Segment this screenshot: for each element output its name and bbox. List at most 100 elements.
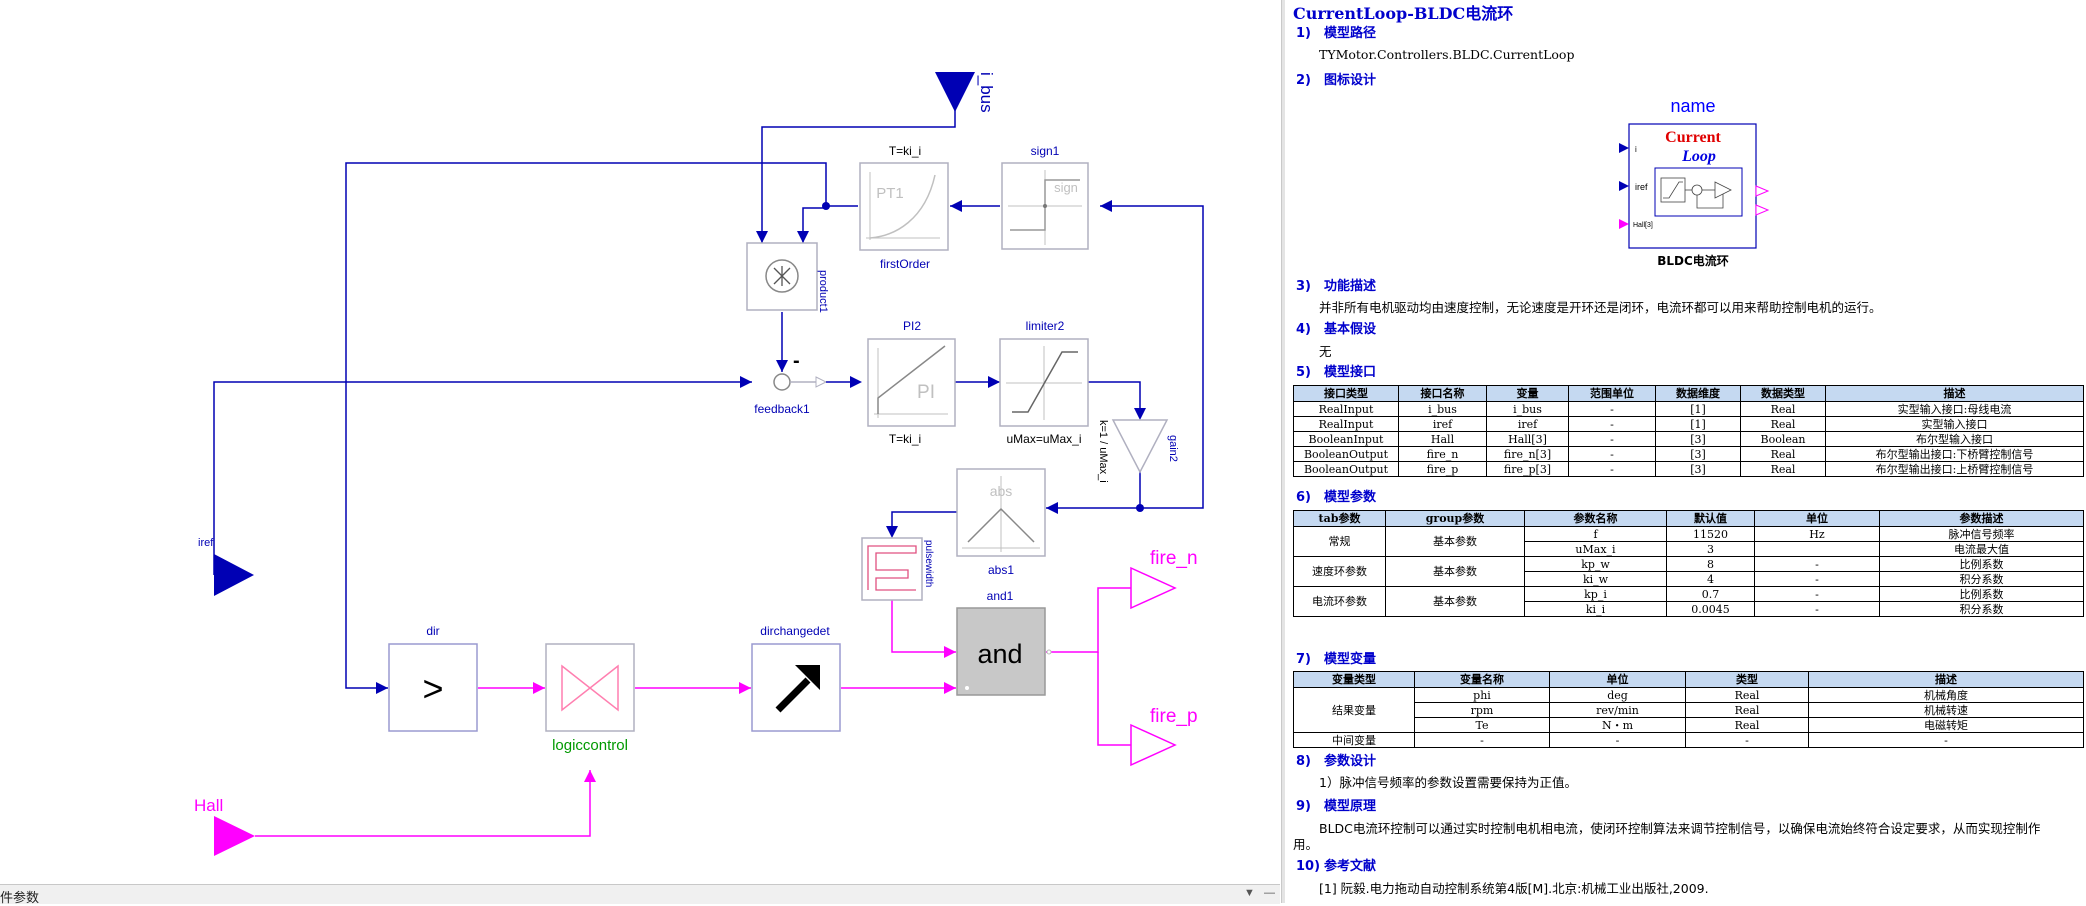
section-1-heading: 1) 模型路径 bbox=[1296, 26, 1377, 41]
diagram-canvas[interactable]: i_bus iref Hall fire_n fire_p T=ki_i PT1… bbox=[0, 0, 1280, 883]
pulsewidth-block[interactable]: pulsewidth bbox=[861, 537, 934, 601]
diagram-svg: i_bus iref Hall fire_n fire_p T=ki_i PT1… bbox=[194, 72, 1204, 856]
and-text: and bbox=[977, 639, 1022, 669]
table-header: 参数描述 bbox=[1879, 510, 2084, 527]
pulsewidth-name: pulsewidth bbox=[923, 540, 934, 587]
feedback1-block[interactable]: - feedback1 bbox=[754, 350, 860, 416]
abs1-block[interactable]: abs abs1 bbox=[956, 468, 1046, 577]
principle-text: BLDC电流环控制可以通过实时控制电机相电流，使闭环控制算法来调节控制信号，以确… bbox=[1319, 821, 2041, 836]
model-path: TYMotor.Controllers.BLDC.CurrentLoop bbox=[1319, 47, 1575, 62]
table-row: 常规 基本参数 f 11520 Hz 脉冲信号频率 bbox=[1293, 526, 2084, 557]
table-header: group参数 bbox=[1385, 510, 1525, 527]
variables-table: 变量类型 变量名称 单位 类型 描述 结果变量 phi deg Real 机械角度 rp… bbox=[1293, 671, 2084, 748]
table-header: 变量名称 bbox=[1414, 671, 1550, 688]
pi2-name: PI2 bbox=[903, 319, 921, 333]
dropdown-arrow-icon[interactable]: ▼ bbox=[1244, 887, 1255, 899]
icon-word-loop: Loop bbox=[1681, 148, 1716, 165]
table-row: 结果变量 phi deg Real 机械角度 bbox=[1293, 687, 2084, 733]
table-header: 接口名称 bbox=[1398, 385, 1487, 402]
i-bus-label: i_bus bbox=[977, 72, 996, 113]
table-row: 速度环参数 基本参数 kp_w 8- 比例系数 bbox=[1293, 556, 2084, 587]
sign-text: sign bbox=[1054, 180, 1078, 195]
section-8-heading: 8) 参数设计 bbox=[1296, 754, 1377, 769]
principle-text-cont: 用。 bbox=[1293, 837, 1319, 852]
table-header: 变量类型 bbox=[1293, 671, 1415, 688]
interface-table: 接口类型 接口名称 变量 范围单位 数据维度 数据类型 描述 RealInput… bbox=[1293, 385, 2084, 477]
feedback-minus: - bbox=[793, 350, 800, 372]
dir-block[interactable]: dir > bbox=[388, 624, 478, 732]
table-header: 参数名称 bbox=[1524, 510, 1667, 527]
table-header: 数据类型 bbox=[1740, 385, 1826, 402]
dirchangedet-block[interactable]: dirchangedet bbox=[751, 624, 841, 732]
firstorder-name: firstOrder bbox=[880, 257, 930, 271]
table-header: 变量 bbox=[1486, 385, 1569, 402]
collapse-icon[interactable]: — bbox=[1264, 887, 1275, 899]
logiccontrol-block[interactable]: logiccontrol bbox=[545, 643, 635, 754]
product1-block[interactable]: product1 bbox=[746, 242, 829, 313]
section-5-heading: 5) 模型接口 bbox=[1296, 365, 1377, 380]
table-row: BooleanOutput fire_p fire_p[3] - [3] Real 布尔型输… bbox=[1293, 461, 2084, 477]
bottom-bar-label: 件参数 bbox=[0, 891, 40, 906]
table-row: 中间变量 - - - - bbox=[1293, 732, 2084, 748]
icon-port-i: i bbox=[1635, 145, 1637, 154]
table-header: 数据维度 bbox=[1655, 385, 1741, 402]
pi2-block[interactable]: PI2 PI T=ki_i bbox=[867, 319, 956, 446]
logiccontrol-name: logiccontrol bbox=[552, 737, 628, 754]
table-row: 电流环参数 基本参数 kp_i 0.7- 比例系数 bbox=[1293, 586, 2084, 617]
table-header: 单位 bbox=[1549, 671, 1686, 688]
firstorder-param: T=ki_i bbox=[889, 144, 921, 158]
fire-n-output[interactable]: fire_n bbox=[1130, 548, 1198, 610]
assumptions-text: 无 bbox=[1319, 344, 1332, 359]
icon-name-label: name bbox=[1670, 96, 1715, 116]
table-header: 描述 bbox=[1808, 671, 2084, 688]
section-9-heading: 9) 模型原理 bbox=[1296, 799, 1377, 814]
firstorder-block[interactable]: T=ki_i PT1 firstOrder bbox=[859, 144, 949, 271]
table-header: 类型 bbox=[1685, 671, 1809, 688]
icon-preview: name Current Loop i iref Hall[3] BLDC电流环 bbox=[1619, 96, 1770, 268]
fire-n-label: fire_n bbox=[1150, 548, 1198, 569]
table-header: 范围单位 bbox=[1568, 385, 1656, 402]
table-row: RealInput iref iref - [1] Real 实型输入接口 bbox=[1293, 416, 2084, 432]
sign1-name: sign1 bbox=[1031, 144, 1060, 158]
reference-text: [1] 阮毅.电力拖动自动控制系统第4版[M].北京:机械工业出版社,2009. bbox=[1319, 881, 1709, 896]
table-row: BooleanInput Hall Hall[3] - [3] Boolean 布尔型输入接… bbox=[1293, 431, 2084, 447]
table-header: 默认值 bbox=[1666, 510, 1755, 527]
section-4-heading: 4) 基本假设 bbox=[1296, 322, 1377, 337]
feedback1-name: feedback1 bbox=[754, 402, 810, 416]
limiter2-param: uMax=uMax_i bbox=[1006, 432, 1081, 446]
iref-input[interactable]: iref bbox=[198, 537, 254, 596]
table-header: 描述 bbox=[1825, 385, 2084, 402]
limiter2-name: limiter2 bbox=[1026, 319, 1065, 333]
fire-p-output[interactable]: fire_p bbox=[1130, 706, 1198, 767]
icon-port-hall: Hall[3] bbox=[1633, 222, 1653, 229]
pi-text: PI bbox=[917, 382, 935, 403]
hall-input[interactable]: Hall bbox=[194, 796, 255, 856]
product1-name: product1 bbox=[817, 270, 829, 313]
pi2-param: T=ki_i bbox=[889, 432, 921, 446]
table-header: 接口类型 bbox=[1293, 385, 1399, 402]
section-6-heading: 6) 模型参数 bbox=[1296, 490, 1377, 505]
limiter2-block[interactable]: limiter2 uMax=uMax_i bbox=[999, 319, 1089, 446]
i-bus-input[interactable]: i_bus bbox=[935, 72, 996, 113]
section-2-heading: 2) 图标设计 bbox=[1296, 73, 1377, 88]
and1-name: and1 bbox=[987, 589, 1014, 603]
table-header: tab参数 bbox=[1293, 510, 1386, 527]
table-row: RealInput i_bus i_bus - [1] Real 实型输入接口:母线电流 bbox=[1293, 401, 2084, 417]
hall-label: Hall bbox=[194, 796, 223, 815]
gain2-param: k=1 / uMax_i bbox=[1097, 420, 1109, 483]
icon-port-iref: iref bbox=[1635, 182, 1648, 192]
and1-block[interactable]: and1 and bbox=[956, 589, 1052, 696]
table-header: 单位 bbox=[1754, 510, 1880, 527]
sign1-block[interactable]: sign1 sign bbox=[1001, 144, 1089, 250]
parameters-table: tab参数 group参数 参数名称 默认值 单位 参数描述 常规 基本参数 f 11… bbox=[1293, 510, 2084, 617]
doc-title: CurrentLoop-BLDC电流环 bbox=[1293, 4, 1514, 23]
section-7-heading: 7) 模型变量 bbox=[1296, 652, 1377, 667]
section-3-heading: 3) 功能描述 bbox=[1296, 279, 1377, 294]
documentation-pane: CurrentLoop-BLDC电流环 1) 模型路径 TYMotor.Contr… bbox=[1285, 0, 2086, 903]
gain2-block[interactable]: k=1 / uMax_i gain2 bbox=[1097, 419, 1179, 483]
bottom-bar: 件参数 ▼ — bbox=[0, 884, 1280, 906]
dir-name: dir bbox=[426, 624, 439, 638]
pt1-text: PT1 bbox=[876, 185, 904, 202]
table-row: BooleanOutput fire_n fire_n[3] - [3] Real 布尔型输… bbox=[1293, 446, 2084, 462]
section-10-heading: 10) 参考文献 bbox=[1296, 859, 1377, 874]
